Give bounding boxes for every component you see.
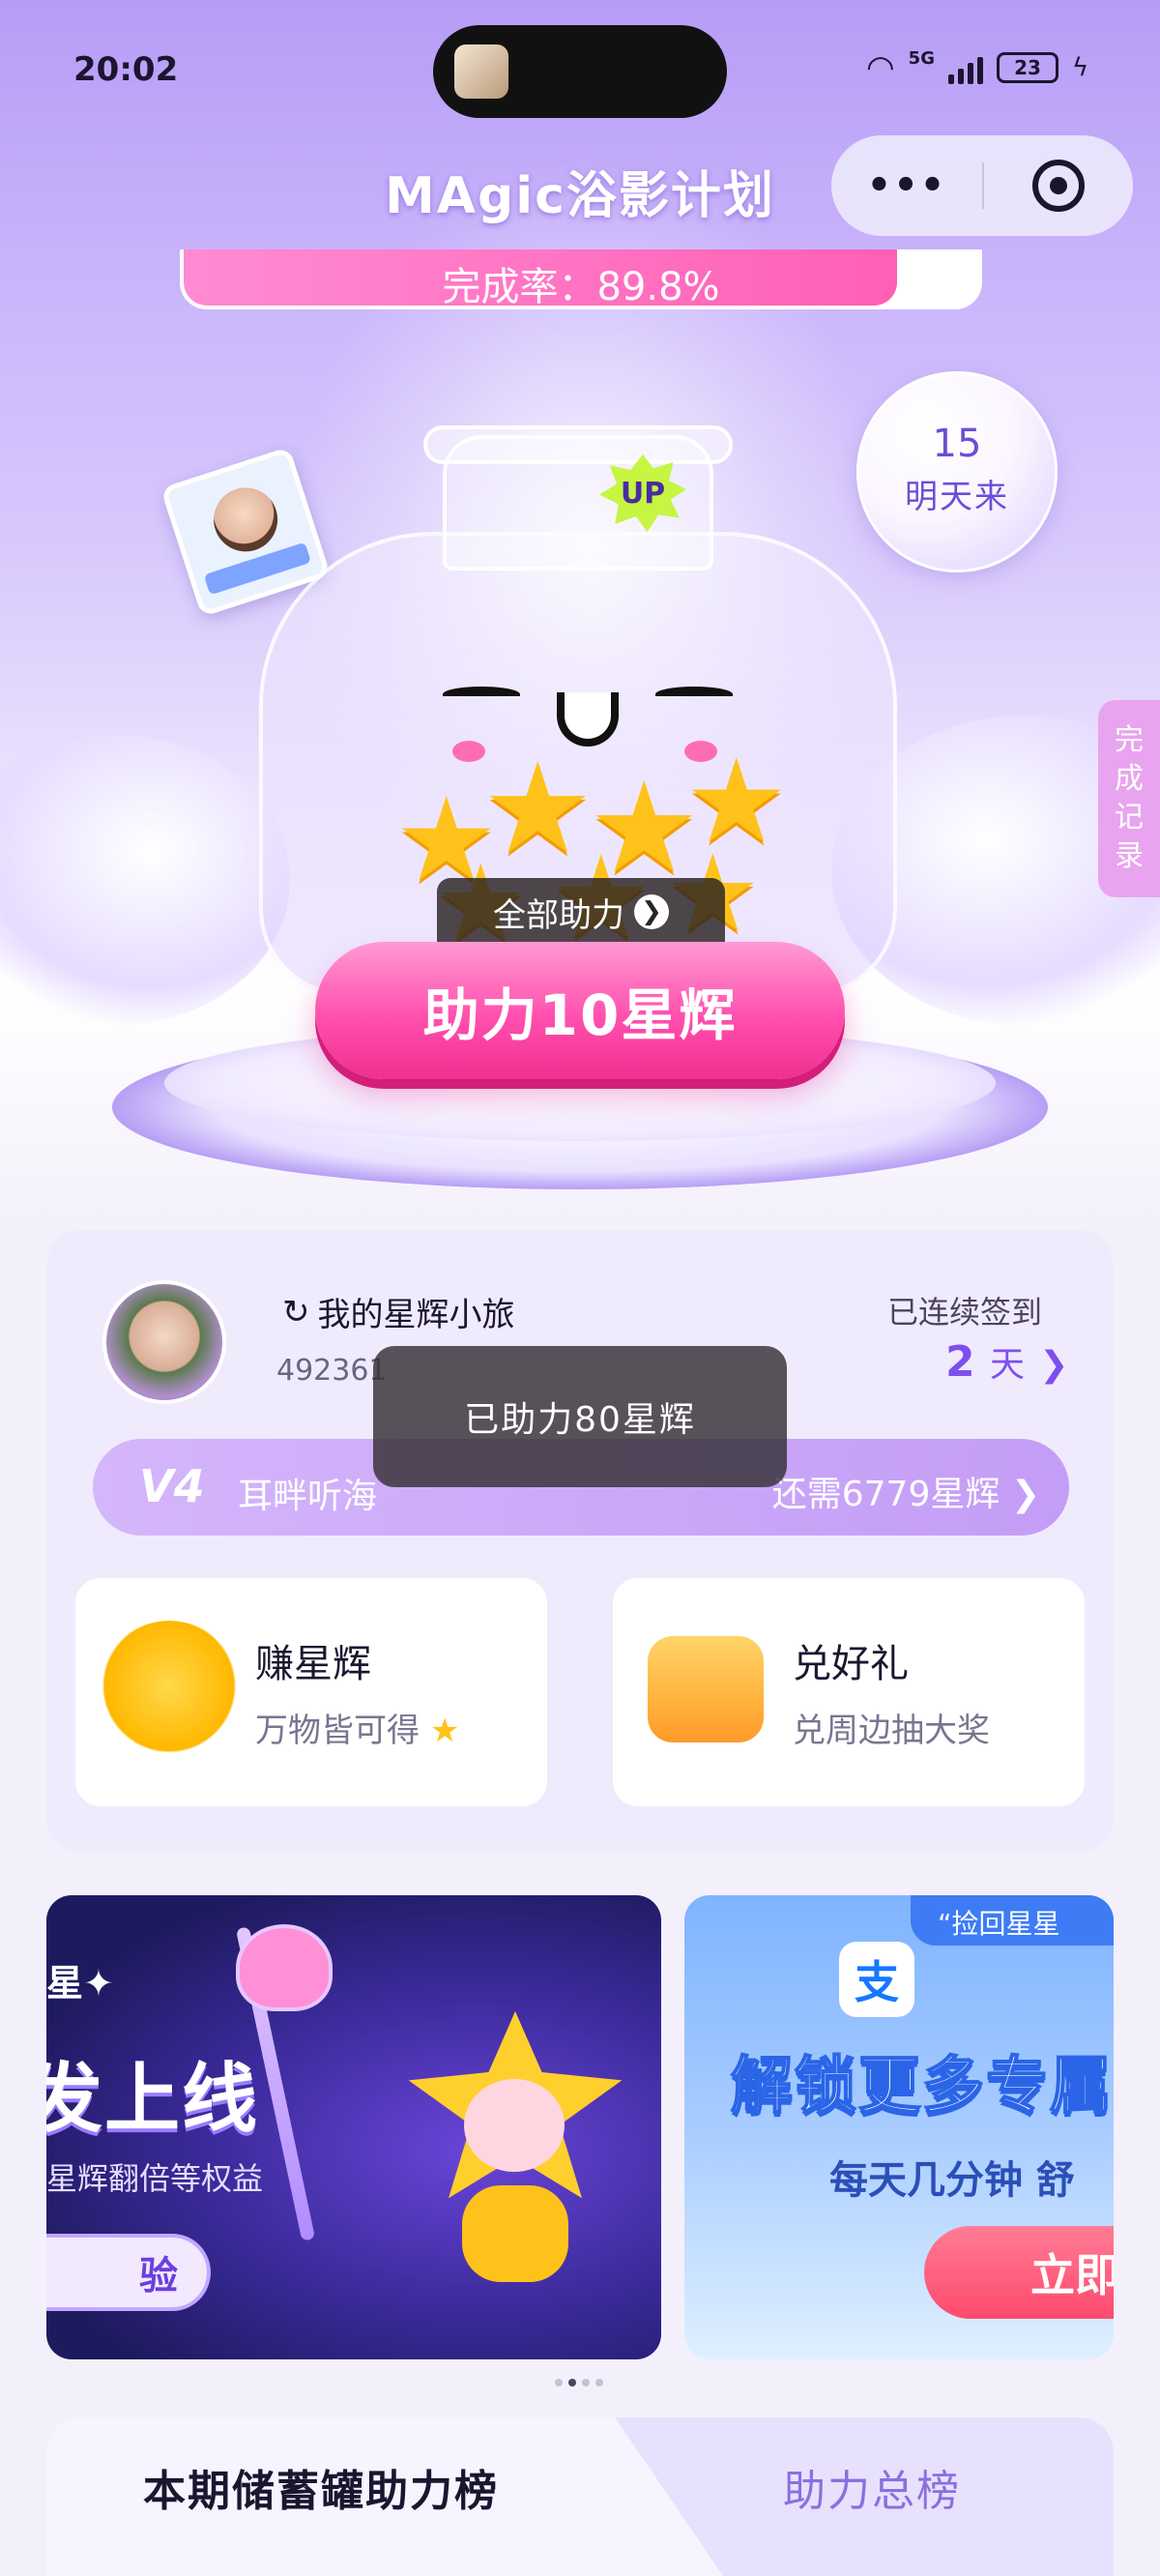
right-eye xyxy=(655,687,733,702)
jar-lid xyxy=(423,425,733,464)
user-name: ↻ 我的星辉小旅 xyxy=(282,1288,515,1335)
mini-program-capsule: ••• xyxy=(831,135,1133,236)
status-indicators: ◠ 5G 23 ϟ xyxy=(866,47,1089,88)
side-tab-char: 完 xyxy=(1115,723,1144,757)
redeem-gifts-card[interactable]: 兑好礼 兑周边抽大奖 xyxy=(613,1578,1085,1806)
earn-stars-subtitle: 万物皆可得 ★ xyxy=(255,1704,459,1751)
side-tab-char: 记 xyxy=(1115,801,1144,834)
earn-stars-subtitle-text: 万物皆可得 xyxy=(255,1712,420,1750)
vip-level-badge: V4 xyxy=(139,1460,205,1512)
banner1-headline: 发上线 xyxy=(46,2056,260,2143)
carousel-dot xyxy=(595,2379,603,2386)
jar-face xyxy=(443,687,733,783)
promo-banner-alipay[interactable]: “捡回星星 支 解锁更多专属 每天几分钟 舒 立即 xyxy=(684,1895,1114,2359)
side-tab-char: 成 xyxy=(1115,762,1144,796)
checkin-days-link[interactable]: 2 天 ❯ xyxy=(945,1336,1068,1387)
checkin-label: 已连续签到 xyxy=(887,1294,1043,1331)
assist-toast: 已助力80星辉 xyxy=(373,1346,787,1487)
battery-icon: 23 xyxy=(996,52,1058,83)
side-tab-char: 录 xyxy=(1115,839,1144,873)
completion-record-tab[interactable]: 完成记录 xyxy=(1098,700,1160,897)
banner2-headline: 解锁更多专属 xyxy=(730,2050,1114,2123)
carousel-indicator xyxy=(555,2379,603,2386)
checkin-days-unit: 天 xyxy=(989,1345,1025,1385)
user-id: 492361 xyxy=(276,1354,388,1388)
vip-upgrade-text: 还需6779星辉 xyxy=(771,1475,1000,1514)
leaderboard-tabs: 本期储蓄罐助力榜 助力总榜 xyxy=(46,2417,1114,2576)
all-assist-label: 全部助力 xyxy=(493,895,624,935)
banner2-cta-button[interactable]: 立即 xyxy=(924,2226,1114,2319)
avatar[interactable] xyxy=(102,1280,226,1404)
status-time: 20:02 xyxy=(73,50,179,89)
assist-10-stars-button[interactable]: 助力10星辉 xyxy=(315,942,845,1079)
star-mascot xyxy=(404,1992,626,2282)
tab-total-board[interactable]: 助力总榜 xyxy=(783,2456,961,2518)
vip-level-name: 耳畔听海 xyxy=(238,1477,378,1516)
more-menu-button[interactable]: ••• xyxy=(831,163,982,208)
mouth xyxy=(557,692,619,746)
left-eye xyxy=(443,687,520,702)
dynamic-island xyxy=(433,25,727,118)
gift-box-icon xyxy=(648,1636,764,1742)
charging-icon: ϟ xyxy=(1071,53,1089,82)
user-name-text: 我的星辉小旅 xyxy=(317,1296,515,1334)
mascot-face xyxy=(464,2079,565,2172)
redeem-gifts-subtitle: 兑周边抽大奖 xyxy=(793,1712,990,1750)
wifi-icon: ◠ xyxy=(866,48,895,87)
carousel-dot xyxy=(582,2379,590,2386)
vip-upgrade-info: 还需6779星辉 ❯ xyxy=(772,1466,1040,1516)
tab-current-board[interactable]: 本期储蓄罐助力榜 xyxy=(143,2456,499,2518)
blush-left xyxy=(452,741,485,762)
redeem-gifts-title: 兑好礼 xyxy=(793,1642,909,1686)
banner1-subtitle: 星辉翻倍等权益 xyxy=(46,2160,264,2197)
small-star-icon: ★ xyxy=(429,1712,460,1750)
banner1-tag: 星✦ xyxy=(46,1962,114,2005)
all-assist-button[interactable]: 全部助力 ❯ xyxy=(437,878,725,946)
banner2-corner-tag: “捡回星星 xyxy=(911,1895,1114,1946)
heart-icon xyxy=(236,1924,333,2011)
alipay-logo-icon: 支 xyxy=(839,1942,914,2017)
island-media-thumbnail xyxy=(454,44,508,99)
network-label: 5G xyxy=(908,47,935,69)
promo-banner-star-launch[interactable]: 星✦ 发上线 星辉翻倍等权益 验 xyxy=(46,1895,661,2359)
carousel-dot xyxy=(568,2379,576,2386)
banner2-subtitle: 每天几分钟 舒 xyxy=(829,2158,1075,2203)
refresh-icon: ↻ xyxy=(282,1292,310,1332)
close-mini-program-button[interactable] xyxy=(984,160,1133,212)
carousel-dot xyxy=(555,2379,563,2386)
blush-right xyxy=(684,741,717,762)
chevron-right-icon: ❯ xyxy=(1039,1345,1069,1385)
decor-flower-left xyxy=(0,735,290,1025)
hero-section: 20:02 ◠ 5G 23 ϟ MAgic浴影计划 ••• 完成率：89.8% … xyxy=(0,0,1160,1228)
user-card: ↻ 我的星辉小旅 492361 已连续签到 2 天 ❯ V4 耳畔听海 还需67… xyxy=(46,1230,1114,1853)
mascot-body xyxy=(462,2185,568,2282)
signal-icon xyxy=(947,51,983,84)
banner1-cta-button[interactable]: 验 xyxy=(46,2234,211,2311)
chevron-right-icon: ❯ xyxy=(634,894,669,929)
target-icon xyxy=(1032,160,1085,212)
earn-stars-card[interactable]: 赚星辉 万物皆可得 ★ xyxy=(75,1578,547,1806)
completion-progress-bar: 完成率：89.8% xyxy=(180,249,982,309)
earn-stars-title: 赚星辉 xyxy=(255,1642,371,1686)
chevron-right-icon: ❯ xyxy=(1010,1475,1040,1514)
smiling-star-icon xyxy=(97,1621,242,1766)
completion-rate-label: 完成率：89.8% xyxy=(442,265,720,309)
checkin-days-count: 2 xyxy=(945,1337,975,1387)
